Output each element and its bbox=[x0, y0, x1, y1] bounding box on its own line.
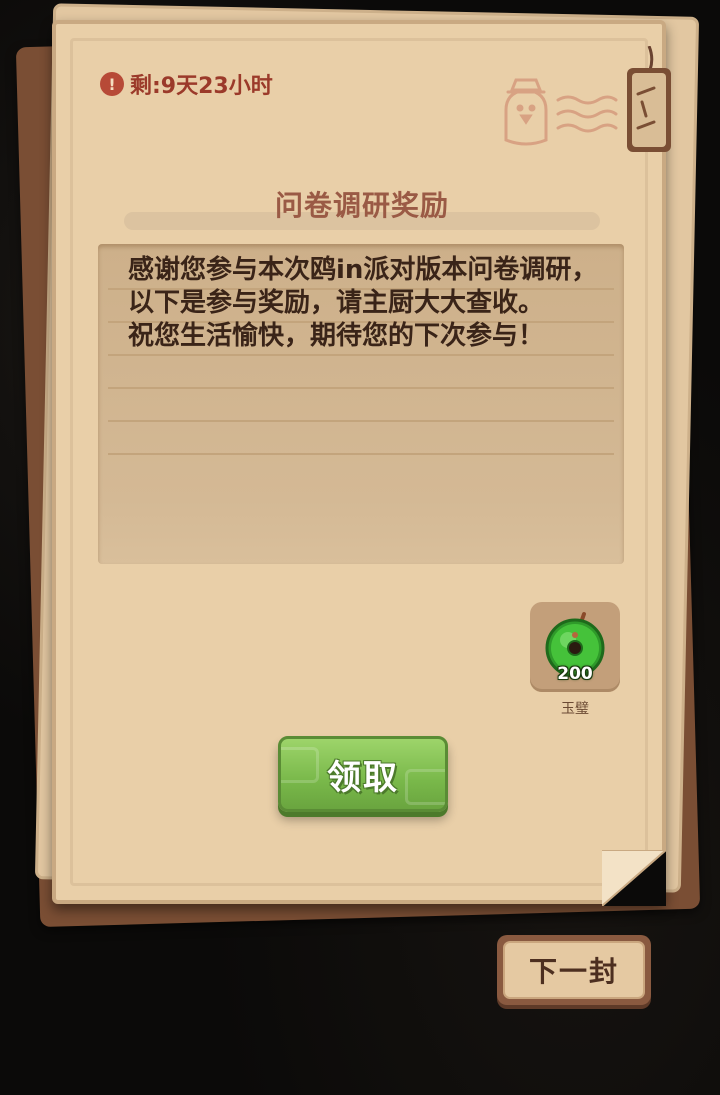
ruled-line bbox=[108, 420, 614, 422]
ruled-line bbox=[108, 453, 614, 455]
ruled-line bbox=[108, 387, 614, 389]
mail-message: 感谢您参与本次鸥in派对版本问卷调研，以下是参与奖励，请主厨大大查收。 祝您生活… bbox=[128, 255, 598, 351]
ruled-line bbox=[108, 354, 614, 356]
claim-button[interactable]: 领取 bbox=[278, 736, 448, 812]
mail-title: 问卷调研奖励 bbox=[274, 189, 449, 222]
seagull-postmark-icon bbox=[504, 78, 618, 146]
reward-item-slot[interactable]: 200 bbox=[530, 602, 620, 692]
mail-letter: ! 剩:9天23小时 问卷调研奖励 感谢您参与本次鸥in派对版本问卷调研，以下是… bbox=[52, 20, 671, 906]
page-corner-fold bbox=[602, 850, 666, 906]
expiry-timer-text: 剩:9天23小时 bbox=[130, 74, 273, 99]
next-letter-button[interactable]: 下一封 bbox=[497, 935, 651, 1005]
exclamation-icon: ! bbox=[100, 72, 124, 96]
mail-title-area: 问卷调研奖励 bbox=[124, 184, 600, 234]
reward-name: 玉璧 bbox=[561, 701, 589, 717]
claim-label: 领取 bbox=[327, 757, 399, 798]
reward-count: 200 bbox=[557, 664, 593, 684]
expiry-timer: ! 剩:9天23小时 bbox=[100, 68, 273, 100]
button-pattern bbox=[405, 769, 445, 805]
message-panel: 感谢您参与本次鸥in派对版本问卷调研，以下是参与奖励，请主厨大大查收。 祝您生活… bbox=[98, 244, 624, 564]
button-pattern bbox=[281, 747, 319, 783]
string-tag-icon bbox=[627, 46, 671, 152]
next-letter-label: 下一封 bbox=[528, 955, 619, 988]
